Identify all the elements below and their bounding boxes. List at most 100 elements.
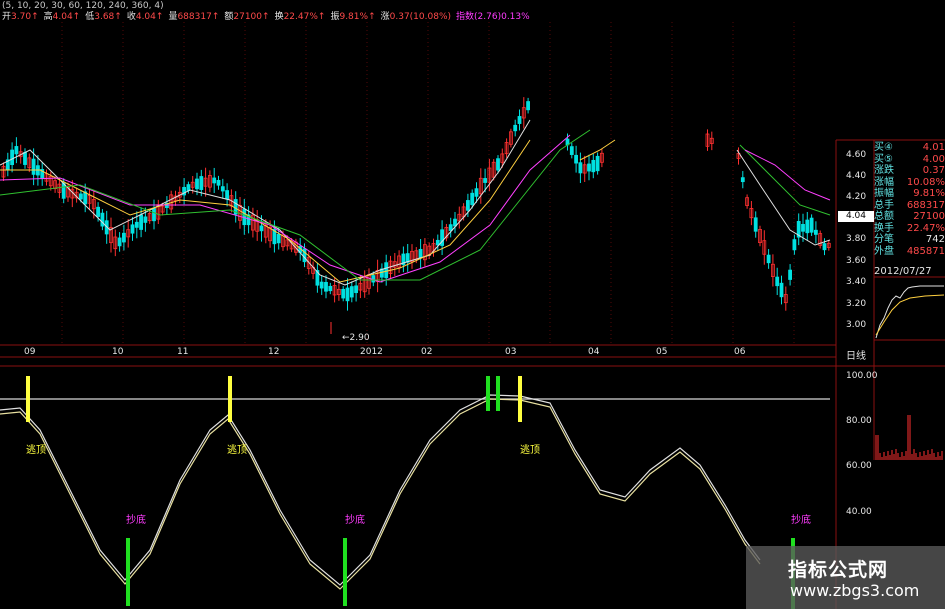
quote-label: 买④	[874, 142, 893, 153]
date-tick: 12	[268, 347, 280, 357]
header-field: 高4.04↑	[43, 12, 81, 22]
date-tick: 10	[112, 347, 124, 357]
date-tick: 03	[505, 347, 517, 357]
candle-body	[143, 216, 148, 223]
quote-row: 分笔 742	[874, 234, 945, 246]
candle-body	[587, 163, 591, 172]
quote-value: 10.08%	[906, 176, 945, 188]
chart-header: (5, 10, 20, 30, 60, 120, 240, 360, 4) 开3…	[0, 0, 600, 26]
header-field: 换22.47%↑	[274, 12, 326, 22]
quote-row: 换手 22.47%	[874, 223, 945, 235]
candle-body	[418, 248, 423, 259]
candle-body	[139, 214, 144, 230]
escape-signal-1: 逃顶	[26, 445, 46, 456]
quote-label: 涨幅	[874, 176, 894, 188]
candle-body	[822, 243, 827, 251]
stock-chart-window: (5, 10, 20, 30, 60, 120, 240, 360, 4) 开3…	[0, 0, 945, 609]
candle-body	[259, 225, 264, 232]
quote-value: 4.00	[922, 153, 945, 165]
quote-label: 分笔	[874, 234, 894, 245]
ma-10	[0, 139, 531, 283]
candle-body	[319, 281, 324, 289]
candle-body	[276, 233, 281, 244]
candle-body	[31, 158, 36, 175]
candle-body	[216, 179, 221, 186]
watermark: 指标公式网 www.zbgs3.com	[746, 546, 945, 609]
quote-label: 总额	[874, 211, 894, 222]
mini-price-line	[875, 285, 944, 339]
candle-body	[448, 224, 453, 231]
header-field: 涨0.37(10.08%)	[380, 12, 452, 22]
quote-date: 2012/07/27	[874, 266, 932, 277]
price-tick: 3.60	[846, 256, 867, 266]
watermark-url: www.zbgs3.com	[790, 581, 920, 600]
candle-body	[775, 276, 780, 287]
candle-body	[195, 178, 199, 190]
candle-body	[186, 184, 191, 191]
quote-label: 总手	[874, 199, 894, 211]
date-tick: 02	[421, 347, 433, 357]
quote-value: 9.81%	[913, 188, 945, 199]
date-tick: 2012	[360, 347, 383, 357]
candle-body	[753, 217, 758, 232]
quote-value: 485871	[906, 245, 945, 257]
candle-body	[574, 154, 578, 164]
candle-body	[341, 288, 346, 299]
header-field: 收4.04↑	[126, 12, 164, 22]
candle-body	[212, 177, 217, 184]
osc-line-slow	[0, 398, 761, 590]
ma-5	[0, 119, 531, 286]
price-tick: 3.40	[846, 277, 867, 287]
candle-body	[779, 282, 784, 298]
escape-signal-3: 逃顶	[520, 445, 540, 456]
quote-row: 总手 688317	[874, 200, 945, 212]
candle-body	[220, 186, 225, 192]
candle-body	[122, 232, 126, 243]
quote-value: 742	[925, 234, 945, 245]
candle-body	[199, 176, 204, 190]
signal-bar	[126, 538, 130, 606]
signal-bar	[228, 376, 232, 422]
period-label[interactable]: 日线	[846, 347, 866, 362]
candle-body	[814, 229, 818, 235]
candle-body	[10, 149, 15, 166]
indicator-tick: 100.00	[846, 371, 878, 381]
header-field: 指数(2.76)0.13%	[456, 12, 530, 22]
candle-body	[384, 262, 389, 279]
price-tick: 4.20	[846, 192, 867, 202]
quote-row: 买④ 4.01	[874, 142, 945, 154]
signal-bar	[343, 538, 347, 606]
candle-body	[788, 269, 792, 280]
indicator-tick: 80.00	[846, 416, 872, 426]
quote-label: 买⑤	[874, 153, 893, 165]
quote-value: 0.37	[922, 165, 945, 176]
quote-value: 4.01	[922, 142, 945, 153]
indicator-tick: 40.00	[846, 507, 872, 517]
date-tick: 06	[734, 347, 746, 357]
candle-body	[345, 287, 350, 302]
candle-body	[14, 146, 19, 155]
candle-body	[595, 155, 600, 172]
candle-body	[517, 116, 522, 124]
signal-bar	[486, 376, 490, 411]
quote-panel: 买④ 4.01 买⑤ 4.00 涨跌 0.37 涨幅 10.08% 振幅 9.81% 总手 68831…	[874, 142, 945, 257]
candle-body	[23, 152, 27, 165]
signal-bar	[496, 376, 500, 411]
candle-body	[371, 275, 376, 283]
candle-body	[483, 178, 488, 183]
candle-body	[134, 221, 139, 228]
date-tick: 11	[177, 347, 189, 357]
current-price-tag: 4.04	[838, 211, 874, 222]
header-field: 额27100↑	[224, 12, 270, 22]
candle-body	[578, 162, 583, 174]
oscillator-lines	[0, 394, 761, 590]
header-field: 量688317↑	[168, 12, 220, 22]
candle-body	[792, 239, 797, 251]
candle-body	[354, 285, 359, 294]
candle-body	[740, 177, 745, 183]
date-tick: 04	[588, 347, 600, 357]
candle-body	[591, 159, 596, 173]
price-tick: 3.80	[846, 234, 867, 244]
quote-value: 688317	[906, 199, 945, 211]
ohlc-summary: 开3.70↑ 高4.04↑ 低3.68↑ 收4.04↑ 量688317↑ 额27100↑ 换…	[2, 12, 535, 23]
